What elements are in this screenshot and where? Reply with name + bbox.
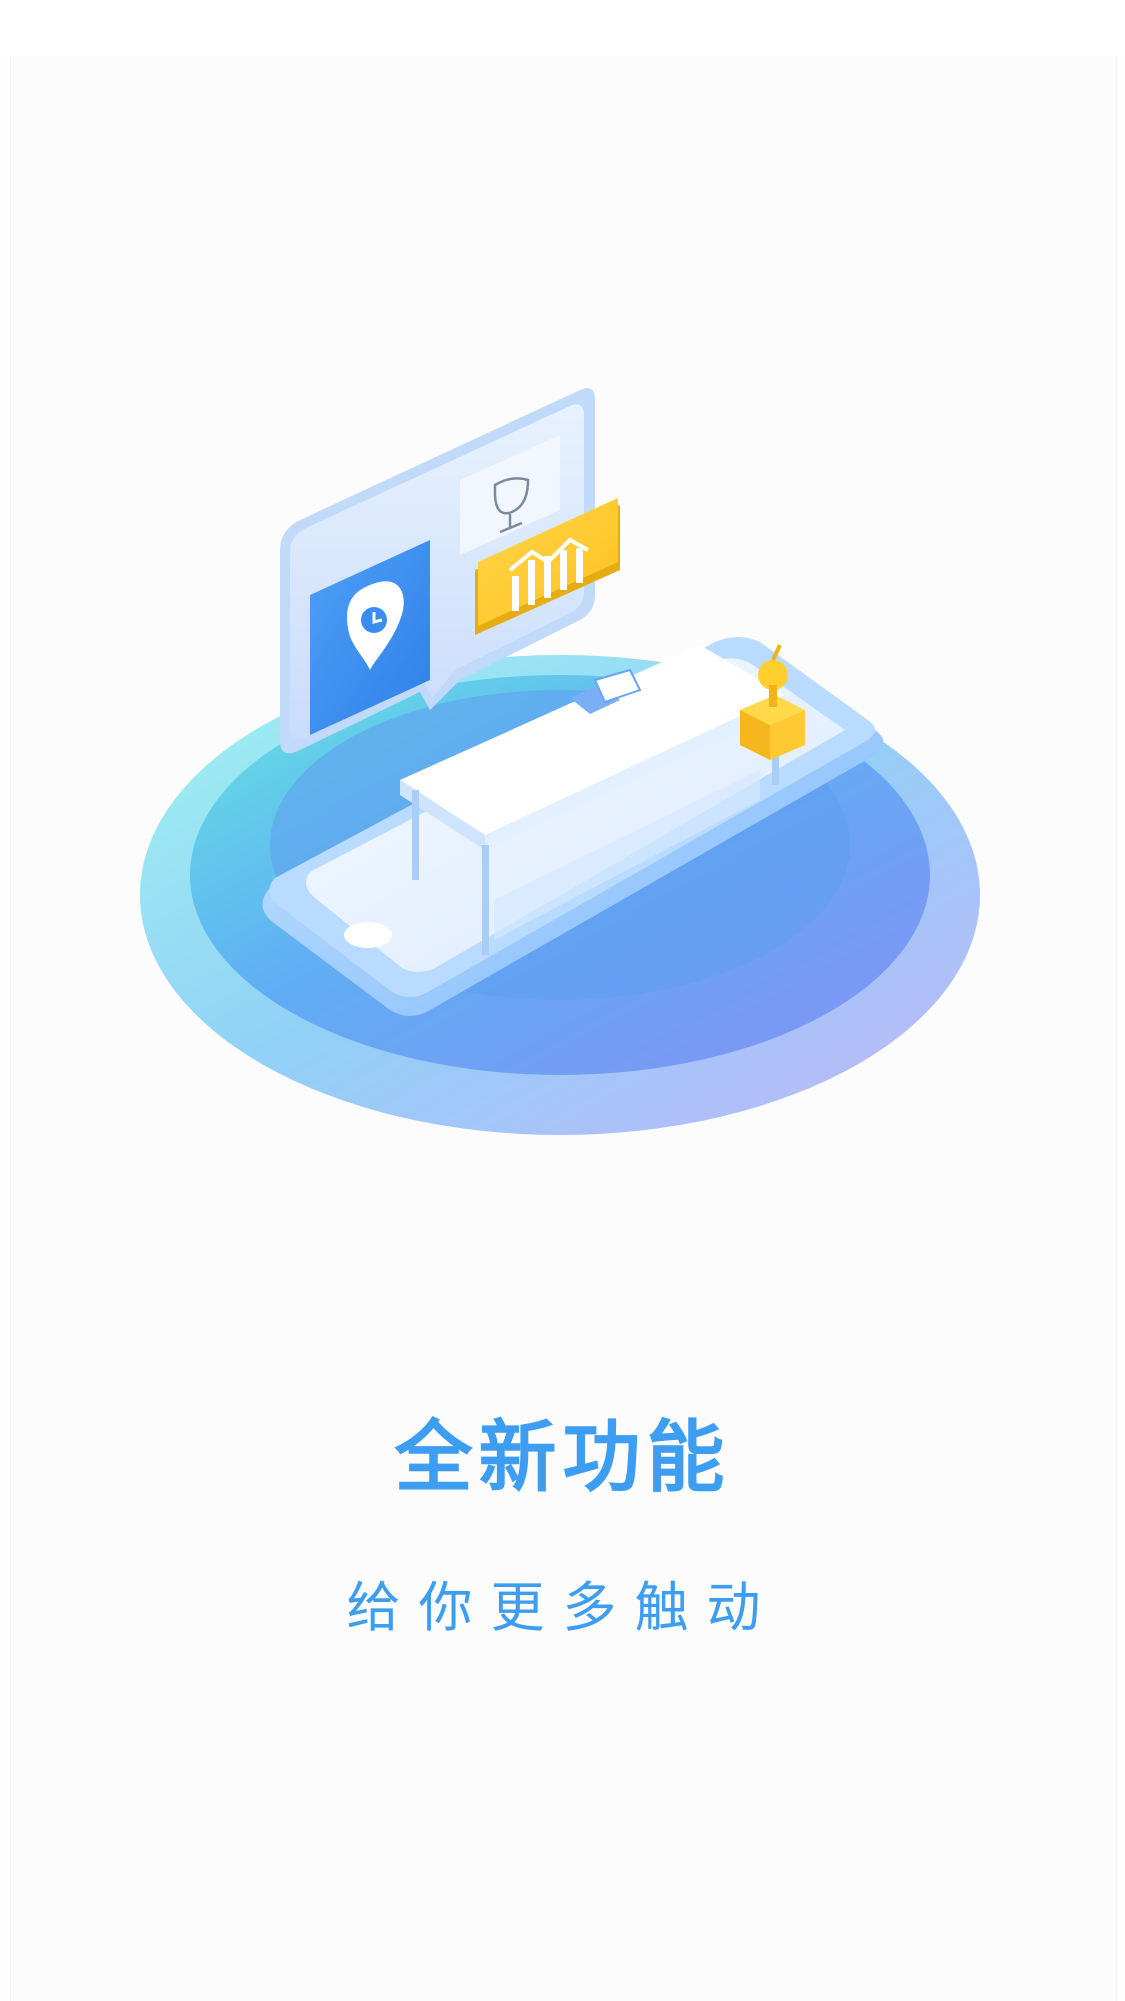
onboarding-screen: 全新功能 给你更多触动 xyxy=(0,0,1125,2001)
page-title: 全新功能 xyxy=(394,1413,731,1503)
feature-illustration xyxy=(140,387,980,1135)
status-bar xyxy=(0,0,1125,56)
home-button xyxy=(344,922,392,948)
page-subtitle: 给你更多触动 xyxy=(346,1576,779,1639)
